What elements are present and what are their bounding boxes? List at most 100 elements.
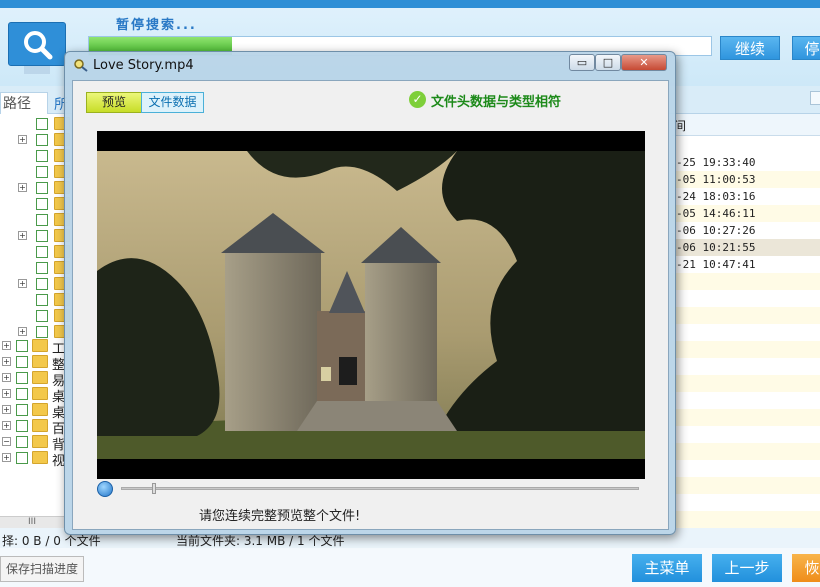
tree-row[interactable]: + 易	[0, 370, 71, 389]
tree-checkbox[interactable]	[16, 340, 28, 352]
tree-row[interactable]	[0, 164, 71, 180]
list-row-empty[interactable]	[672, 494, 820, 511]
tree-checkbox[interactable]	[16, 436, 28, 448]
expand-icon[interactable]: +	[2, 373, 11, 382]
tree-row[interactable]: + 百	[0, 418, 71, 437]
expand-icon[interactable]: +	[2, 357, 11, 366]
seek-thumb[interactable]	[152, 483, 157, 494]
tree-checkbox[interactable]	[16, 356, 28, 368]
save-scan-button[interactable]: 保存扫描进度	[0, 556, 84, 582]
tree-checkbox[interactable]	[36, 150, 48, 162]
list-row-empty[interactable]	[672, 477, 820, 494]
list-row-empty[interactable]	[672, 443, 820, 460]
tree-checkbox[interactable]	[16, 452, 28, 464]
list-row-empty[interactable]	[672, 511, 820, 528]
tree-row[interactable]: + 桌	[0, 402, 71, 421]
panel-toggle-icon[interactable]	[810, 91, 820, 105]
search-file-icon	[73, 58, 89, 75]
expand-icon[interactable]: +	[2, 421, 11, 430]
file-list[interactable]: -25 19:33:40 -05 11:00:53 -24 18:03:16 -05 …	[672, 136, 820, 528]
expand-icon[interactable]: +	[18, 327, 27, 336]
folder-tree[interactable]: + + + + + + 工 + 整 + 易 + 桌 + 桌 + 百 − 背 + 视	[0, 114, 72, 516]
expand-icon[interactable]: +	[2, 453, 11, 462]
tree-row[interactable]	[0, 292, 71, 308]
minimize-button[interactable]: ▭	[569, 54, 595, 71]
tree-checkbox[interactable]	[36, 166, 48, 178]
expand-icon[interactable]: +	[18, 231, 27, 240]
expand-icon[interactable]: +	[18, 135, 27, 144]
tree-checkbox[interactable]	[36, 214, 48, 226]
horizontal-scrollbar[interactable]: III	[0, 516, 64, 528]
tree-checkbox[interactable]	[36, 278, 48, 290]
tree-checkbox[interactable]	[16, 388, 28, 400]
tree-row[interactable]	[0, 196, 71, 212]
list-row-empty[interactable]	[672, 307, 820, 324]
list-row-empty[interactable]	[672, 358, 820, 375]
list-row-empty[interactable]	[672, 341, 820, 358]
list-row-empty[interactable]	[672, 392, 820, 409]
stop-button[interactable]: 停	[792, 36, 820, 60]
list-row[interactable]: -21 10:47:41	[672, 256, 820, 273]
tree-row[interactable]: + 桌	[0, 386, 71, 405]
tree-row[interactable]: +	[0, 180, 71, 196]
seek-bar[interactable]	[121, 487, 639, 490]
tree-checkbox[interactable]	[36, 198, 48, 210]
tree-row[interactable]: +	[0, 132, 71, 148]
expand-icon[interactable]: −	[2, 437, 11, 446]
main-menu-button[interactable]: 主菜单	[632, 554, 702, 582]
tree-checkbox[interactable]	[36, 118, 48, 130]
tree-checkbox[interactable]	[16, 404, 28, 416]
tree-row[interactable]: + 视	[0, 450, 71, 469]
tree-checkbox[interactable]	[36, 310, 48, 322]
tree-checkbox[interactable]	[16, 420, 28, 432]
expand-icon[interactable]: +	[2, 389, 11, 398]
list-row-empty[interactable]	[672, 290, 820, 307]
folder-icon	[32, 387, 48, 400]
list-row[interactable]: -05 14:46:11	[672, 205, 820, 222]
tree-checkbox[interactable]	[36, 326, 48, 338]
tab-preview[interactable]: 预览	[86, 92, 142, 113]
list-row-empty[interactable]	[672, 460, 820, 477]
close-button[interactable]: ✕	[621, 54, 667, 71]
maximize-button[interactable]: □	[595, 54, 621, 71]
tree-row[interactable]	[0, 308, 71, 324]
tree-checkbox[interactable]	[16, 372, 28, 384]
list-row-empty[interactable]	[672, 375, 820, 392]
tree-row[interactable]	[0, 116, 71, 132]
list-row[interactable]: -06 10:21:55	[672, 239, 820, 256]
tree-row[interactable]: + 工	[0, 338, 71, 357]
continue-button[interactable]: 继续	[720, 36, 780, 60]
tab-path[interactable]: 路径	[0, 92, 48, 114]
tree-checkbox[interactable]	[36, 246, 48, 258]
list-row-empty[interactable]	[672, 324, 820, 341]
tree-row[interactable]: + 整	[0, 354, 71, 373]
tree-row[interactable]: − 背	[0, 434, 71, 453]
tree-row[interactable]	[0, 244, 71, 260]
expand-icon[interactable]: +	[18, 279, 27, 288]
tree-checkbox[interactable]	[36, 262, 48, 274]
tree-checkbox[interactable]	[36, 134, 48, 146]
recover-button[interactable]: 恢	[792, 554, 820, 582]
list-row-empty[interactable]	[672, 409, 820, 426]
list-row[interactable]: -25 19:33:40	[672, 154, 820, 171]
expand-icon[interactable]: +	[2, 405, 11, 414]
tab-file-data[interactable]: 文件数据	[141, 92, 204, 113]
tree-row[interactable]: +	[0, 276, 71, 292]
tree-checkbox[interactable]	[36, 182, 48, 194]
list-row[interactable]: -06 10:27:26	[672, 222, 820, 239]
list-row[interactable]: -24 18:03:16	[672, 188, 820, 205]
list-row-empty[interactable]	[672, 426, 820, 443]
tree-checkbox[interactable]	[36, 294, 48, 306]
previous-step-button[interactable]: 上一步	[712, 554, 782, 582]
list-row[interactable]: -05 11:00:53	[672, 171, 820, 188]
tree-row[interactable]	[0, 148, 71, 164]
video-preview[interactable]	[97, 131, 645, 479]
play-button[interactable]	[97, 481, 113, 497]
tree-row[interactable]: +	[0, 228, 71, 244]
tree-row[interactable]	[0, 212, 71, 228]
expand-icon[interactable]: +	[2, 341, 11, 350]
tree-row[interactable]	[0, 260, 71, 276]
tree-checkbox[interactable]	[36, 230, 48, 242]
expand-icon[interactable]: +	[18, 183, 27, 192]
list-row-empty[interactable]	[672, 273, 820, 290]
